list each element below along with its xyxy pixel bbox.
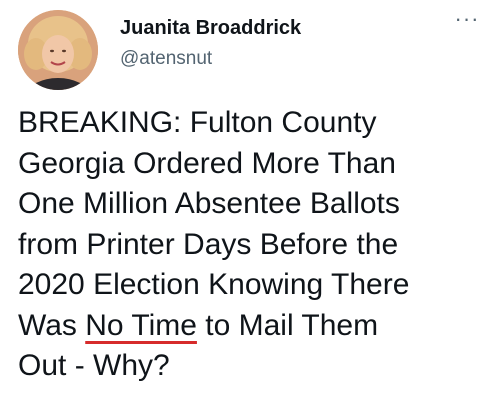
more-options-icon[interactable]: ···: [452, 8, 482, 34]
tweet-text: BREAKING: Fulton County Georgia Ordered …: [18, 103, 488, 387]
tweet-line-5: 2020 Election Knowing There: [18, 268, 410, 301]
tweet-line-4: from Printer Days Before the: [18, 227, 399, 261]
author-names: Juanita Broaddrick @atensnut: [120, 16, 301, 70]
tweet-line-6-end: to Mail Them: [196, 308, 379, 342]
tweet-line-2: Georgia Ordered More Than: [18, 146, 396, 180]
profile-photo-icon: [18, 10, 98, 90]
tweet-line-6: Was No Time to Mail Them: [18, 306, 488, 347]
tweet-line-6-start: Was: [18, 308, 86, 342]
tweet-header: Juanita Broaddrick @atensnut ···: [18, 8, 482, 90]
author-display-name[interactable]: Juanita Broaddrick: [120, 16, 301, 40]
tweet-line-3: One Million Absentee Ballots: [18, 187, 400, 220]
tweet-card: Juanita Broaddrick @atensnut ··· BREAKIN…: [0, 0, 500, 404]
tweet-line-7: Out - Why?: [18, 349, 170, 382]
author-handle[interactable]: @atensnut: [120, 48, 301, 70]
tweet-line-1: BREAKING: Fulton County: [18, 106, 377, 139]
underlined-phrase: No Time: [85, 308, 197, 342]
avatar[interactable]: [18, 10, 98, 90]
